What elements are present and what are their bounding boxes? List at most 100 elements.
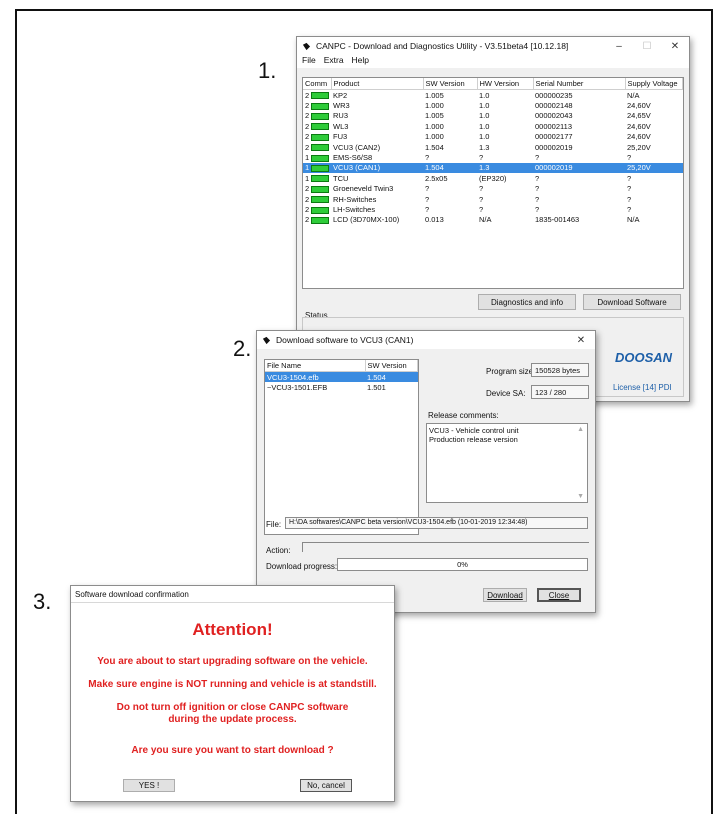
table-row[interactable]: 1 EMS-S6/S8???? — [303, 152, 683, 162]
file-label: File: — [266, 520, 282, 529]
status-led-icon — [311, 175, 330, 183]
download-progress-label: Download progress: — [266, 562, 338, 571]
table-row[interactable]: 2 WL3 1.000 1.0 000002113 24,60V — [303, 121, 683, 131]
voltage-cell: 24,60V — [627, 132, 651, 142]
yes-button[interactable]: YES ! — [123, 779, 175, 792]
action-field — [302, 542, 589, 552]
status-led-icon — [311, 133, 330, 141]
status-led-icon — [311, 92, 330, 100]
table-row[interactable]: 2 FU3 1.000 1.0 000002177 24,60V — [303, 132, 683, 142]
table-row[interactable]: 2 RH-Switches???? — [303, 194, 683, 204]
column-header[interactable]: Supply Voltage — [625, 78, 683, 90]
close-icon[interactable]: ✕ — [661, 41, 689, 52]
serial-cell: ? — [535, 153, 540, 163]
sw-cell: ? — [425, 204, 430, 214]
status-led-icon — [311, 144, 330, 152]
download-window: Download software to VCU3 (CAN1) ✕ File … — [256, 330, 596, 613]
table-row[interactable]: 2 LCD (3D70MX-100) 0.013 N/A 1835-001463 N/A — [303, 215, 683, 225]
sw-cell: 1.005 — [425, 90, 444, 100]
table-row[interactable]: 2 Groeneveld Twin3???? — [303, 184, 683, 194]
device-sa-value: 123 / 280 — [531, 385, 589, 399]
table-row[interactable]: 2 VCU3 (CAN2) 1.504 1.3 000002019 25,20V — [303, 142, 683, 152]
no-cancel-button[interactable]: No, cancel — [300, 779, 352, 792]
column-header[interactable]: SW Version — [423, 78, 478, 90]
column-header[interactable]: Product — [331, 78, 424, 90]
serial-cell: 000000235 — [535, 90, 573, 100]
voltage-cell: ? — [627, 184, 632, 194]
hw-cell: N/A — [479, 215, 492, 225]
product-cell: RU3 — [333, 111, 349, 121]
status-led-icon — [311, 164, 330, 172]
menu-extra[interactable]: Extra — [324, 55, 344, 68]
table-row[interactable]: 2 KP2 1.005 1.0 000000235 N/A — [303, 90, 683, 101]
main-title: CANPC - Download and Diagnostics Utility… — [316, 41, 569, 51]
serial-cell: 1835-001463 — [535, 215, 580, 225]
release-comments-box[interactable]: VCU3 - Vehicle control unit Production r… — [426, 423, 588, 503]
device-sa-label: Device SA: — [486, 389, 526, 398]
voltage-cell: 25,20V — [625, 162, 683, 174]
menu-help[interactable]: Help — [352, 55, 369, 68]
sw-cell: 1.000 — [425, 101, 444, 111]
table-row[interactable]: 1 VCU3 (CAN1) 1.504 1.3 000002019 25,20V — [303, 162, 683, 174]
column-header[interactable]: Comm — [303, 78, 332, 90]
close-button[interactable]: Close — [537, 588, 581, 602]
column-header[interactable]: HW Version — [477, 78, 534, 90]
status-led-icon — [311, 112, 330, 120]
product-cell: TCU — [333, 173, 349, 183]
file-row[interactable]: VCU3-1504.efb 1.504 — [265, 371, 418, 383]
table-row[interactable]: 2 WR3 1.000 1.0 000002148 24,60V — [303, 100, 683, 110]
product-cell: VCU3 (CAN1) — [331, 162, 423, 174]
comm-cell: 2 — [303, 132, 331, 142]
minimize-icon[interactable]: – — [605, 41, 633, 52]
table-row[interactable]: 2 LH-Switches???? — [303, 204, 683, 214]
sw-cell: 1.504 — [425, 142, 444, 152]
close-icon[interactable]: ✕ — [567, 335, 595, 346]
menu-bar: File Extra Help — [297, 55, 689, 68]
column-header[interactable]: Serial Number — [533, 78, 626, 90]
comm-value: 2 — [305, 142, 310, 152]
voltage-cell: 24,60V — [627, 121, 651, 131]
comm-cell: 2 — [303, 215, 331, 225]
file-list: File Name SW Version VCU3-1504.efb 1.504 ~… — [265, 360, 418, 393]
serial-cell: 000002177 — [535, 132, 573, 142]
serial-cell: 000002019 — [533, 162, 625, 174]
product-cell: LCD (3D70MX-100) — [333, 215, 400, 225]
download-title: Download software to VCU3 (CAN1) — [276, 335, 414, 345]
status-led-icon — [311, 206, 330, 214]
menu-file[interactable]: File — [302, 55, 316, 68]
hw-cell: 1.0 — [479, 101, 490, 111]
status-led-icon — [311, 154, 330, 162]
hw-cell: 1.0 — [479, 132, 490, 142]
table-row[interactable]: 1 TCU 2.5x05 (EP320)?? — [303, 173, 683, 183]
step-label-1: 1. — [258, 58, 277, 83]
comm-cell: 1 — [303, 152, 331, 162]
program-size-value: 150528 bytes — [531, 363, 589, 377]
confirm-window: Software download confirmation Attention… — [70, 585, 395, 802]
scroll-down-icon[interactable]: ▼ — [577, 493, 584, 500]
product-cell: VCU3 (CAN2) — [333, 142, 381, 152]
warning-line-3: Do not turn off ignition or close CANPC … — [116, 702, 349, 713]
hw-cell: 1.3 — [477, 162, 533, 174]
scroll-up-icon[interactable]: ▲ — [577, 426, 584, 433]
comm-cell: 1 — [303, 162, 331, 174]
file-version-cell: 1.501 — [367, 383, 386, 393]
file-row[interactable]: ~VCU3-1501.EFB 1.501 — [265, 382, 418, 392]
sw-cell: ? — [425, 194, 430, 204]
download-progress-bar: 0% — [337, 558, 588, 571]
download-software-button[interactable]: Download Software — [583, 294, 681, 310]
confirm-question: Are you sure you want to start download … — [131, 745, 334, 756]
comm-value: 2 — [305, 111, 310, 121]
column-header[interactable]: SW Version — [365, 360, 418, 372]
comm-cell: 2 — [303, 90, 331, 101]
status-led-icon — [311, 102, 330, 110]
table-row[interactable]: 2 RU3 1.005 1.0 000002043 24,65V — [303, 111, 683, 121]
file-name-cell: VCU3-1504.efb — [265, 371, 365, 383]
maximize-icon[interactable]: ☐ — [633, 41, 661, 52]
comm-cell: 2 — [303, 121, 331, 131]
comm-value: 2 — [305, 121, 310, 131]
voltage-cell: 24,60V — [627, 101, 651, 111]
diagnostics-button[interactable]: Diagnostics and info — [478, 294, 576, 310]
download-button[interactable]: Download — [483, 588, 527, 602]
column-header[interactable]: File Name — [265, 360, 366, 372]
release-comments-label: Release comments: — [428, 411, 499, 420]
